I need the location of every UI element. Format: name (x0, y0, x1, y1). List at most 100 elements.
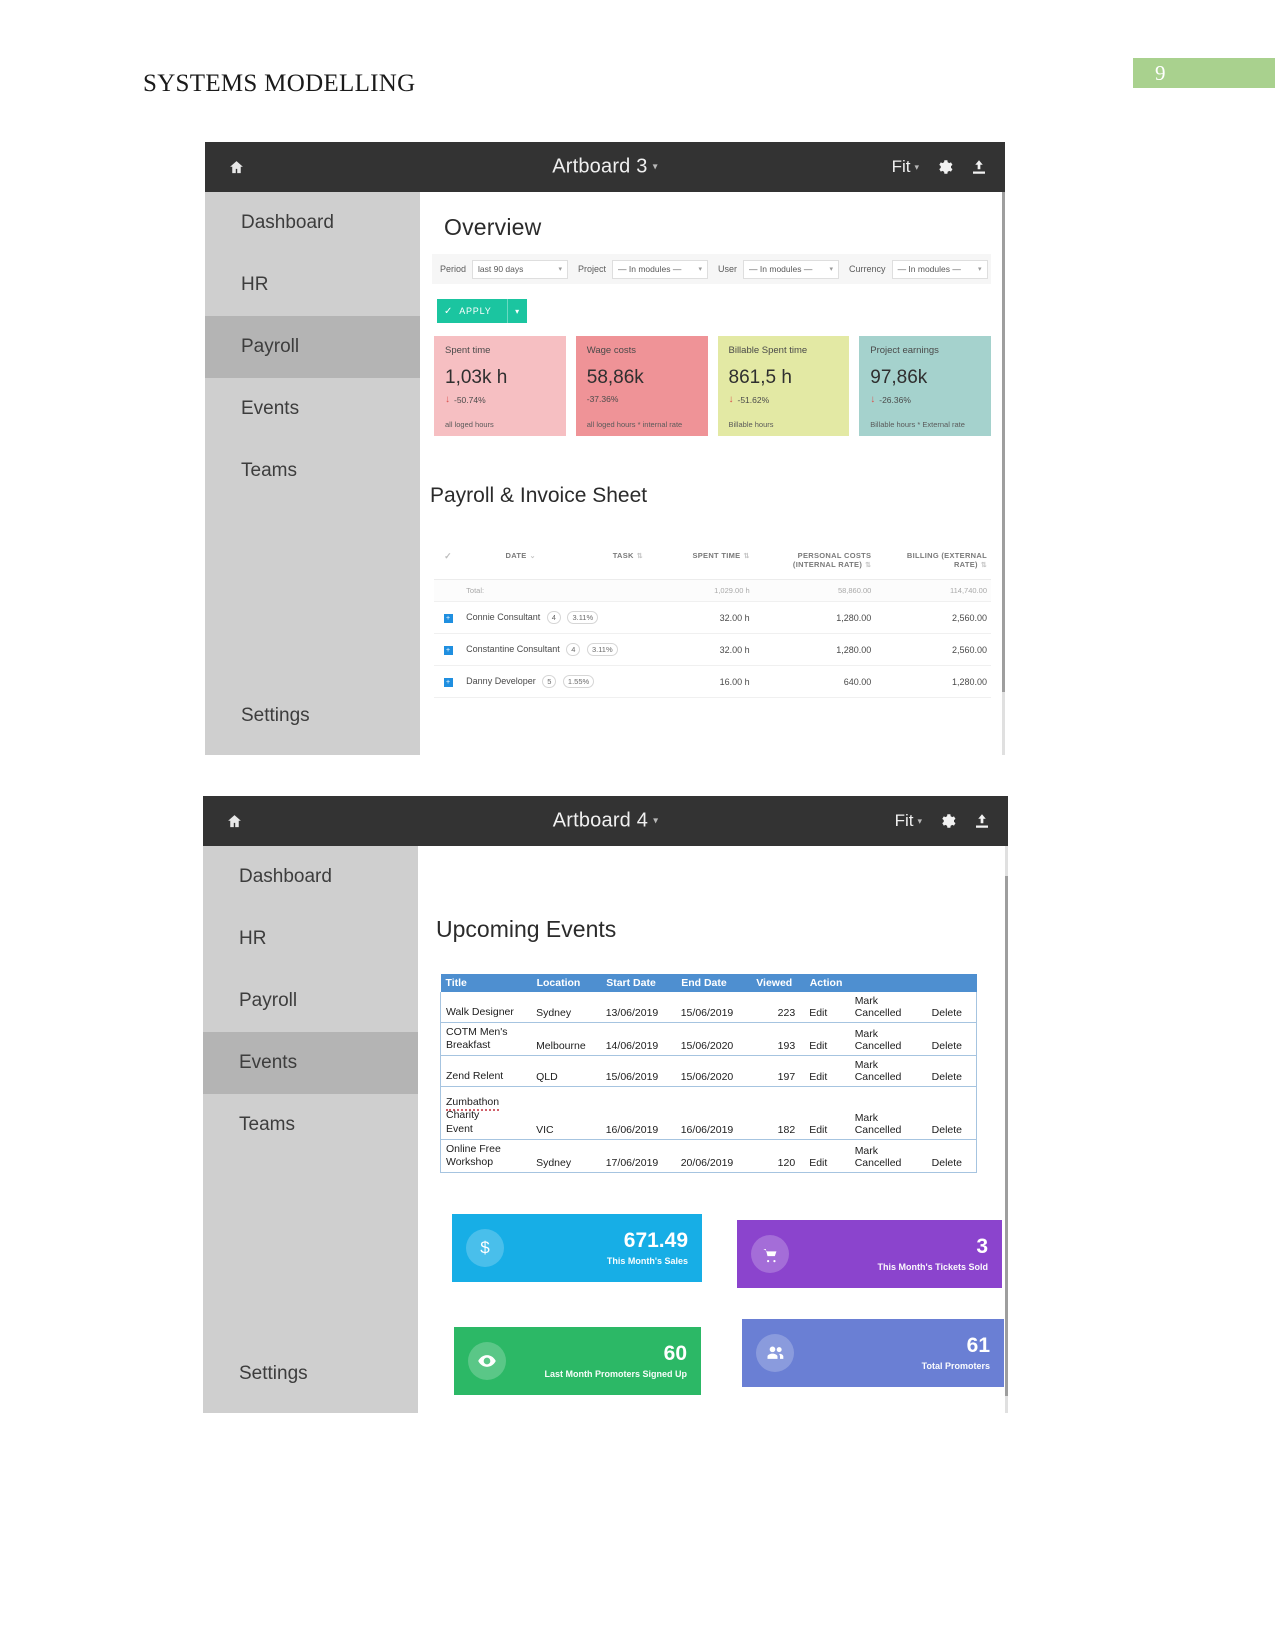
event-location: VIC (531, 1086, 601, 1140)
stat-card-total-promoters[interactable]: 61 Total Promoters (742, 1319, 1004, 1387)
total-billing: 114,740.00 (875, 579, 991, 602)
event-end-date: 15/06/2020 (675, 1055, 751, 1088)
sidebar-item-settings[interactable]: Settings (205, 705, 420, 727)
event-mark-cancelled-link[interactable]: Mark Cancelled (849, 1022, 927, 1057)
column-header-action[interactable]: Action (804, 974, 851, 992)
table-row[interactable]: + Connie Consultant 4 3.11% 32.00 h 1,28… (434, 601, 991, 634)
event-mark-cancelled-link[interactable]: Mark Cancelled (849, 1055, 927, 1088)
page-number-badge: 9 (1133, 58, 1275, 88)
column-header-spent-time[interactable]: SPENT TIME ⇅ (676, 547, 754, 580)
artboard3-title[interactable]: Artboard 3 ▾ (205, 156, 1005, 179)
column-header-task[interactable]: TASK ⇅ (579, 547, 677, 580)
event-mark-cancelled-link[interactable]: Mark Cancelled (849, 1139, 927, 1173)
user-select[interactable]: — In modules — ▾ (743, 259, 840, 279)
event-edit-link[interactable]: Edit (804, 992, 850, 1023)
sidebar-item-teams[interactable]: Teams (205, 440, 420, 502)
event-delete-link[interactable]: Delete (926, 1086, 977, 1140)
row-spent-time: 32.00 h (676, 633, 754, 666)
row-percent-badge: 3.11% (586, 643, 618, 656)
table-row[interactable]: Zend Relent QLD 15/06/2019 15/06/2020 19… (440, 1055, 977, 1088)
event-mark-cancelled-link[interactable]: Mark Cancelled (849, 1086, 927, 1140)
arrow-down-icon: ↓ (728, 394, 734, 405)
column-header-blank-2 (926, 974, 977, 992)
table-row[interactable]: COTM Men's Breakfast Melbourne 14/06/201… (440, 1022, 977, 1057)
table-row[interactable]: Online Free Workshop Sydney 17/06/2019 2… (440, 1139, 977, 1173)
column-header-end-date[interactable]: End Date (675, 974, 752, 992)
column-header-viewed[interactable]: Viewed (750, 974, 805, 992)
event-edit-link[interactable]: Edit (804, 1022, 850, 1057)
artboard3-content: Overview Period last 90 days ▾ Project —… (420, 192, 1005, 755)
row-expand-toggle[interactable]: + (434, 633, 463, 666)
sidebar-item-events[interactable]: Events (203, 1032, 418, 1094)
apply-button-label: APPLY (459, 306, 492, 316)
event-start-date: 17/06/2019 (600, 1139, 676, 1173)
table-row[interactable]: Zumbathon Charity Event VIC 16/06/2019 1… (440, 1086, 977, 1140)
sidebar-item-settings[interactable]: Settings (203, 1363, 418, 1385)
sidebar-item-hr[interactable]: HR (205, 254, 420, 316)
column-header-location[interactable]: Location (531, 974, 602, 992)
sidebar-item-label: Settings (241, 705, 310, 726)
scrollbar-track[interactable] (1005, 846, 1008, 1413)
sidebar-item-dashboard[interactable]: Dashboard (203, 846, 418, 908)
apply-button[interactable]: ✓ APPLY ▾ (437, 299, 527, 323)
column-header-billing[interactable]: BILLING (EXTERNAL RATE) ⇅ (875, 547, 991, 580)
stat-card-promoters-signed-up[interactable]: 60 Last Month Promoters Signed Up (454, 1327, 701, 1395)
sidebar-item-teams[interactable]: Teams (203, 1094, 418, 1156)
kpi-card-project-earnings: Project earnings 97,86k ↓ -26.36% Billab… (859, 336, 991, 436)
event-edit-link[interactable]: Edit (804, 1086, 850, 1140)
kpi-delta: ↓ -26.36% (870, 394, 980, 405)
stat-value: 3 (976, 1235, 988, 1259)
event-title-cell: COTM Men's Breakfast (440, 1022, 532, 1057)
row-expand-toggle[interactable]: + (434, 665, 463, 698)
artboard4-title[interactable]: Artboard 4 ▾ (203, 810, 1008, 833)
table-row[interactable]: Walk Designer Sydney 13/06/2019 15/06/20… (440, 992, 977, 1023)
sidebar-item-payroll[interactable]: Payroll (203, 970, 418, 1032)
user-select-value: — In modules — (749, 264, 813, 274)
sort-icon: ⇅ (743, 553, 750, 560)
event-delete-link[interactable]: Delete (926, 992, 977, 1023)
sidebar-item-dashboard[interactable]: Dashboard (205, 192, 420, 254)
event-start-date: 14/06/2019 (600, 1022, 676, 1057)
event-delete-link[interactable]: Delete (926, 1055, 977, 1088)
sidebar-item-events[interactable]: Events (205, 378, 420, 440)
currency-select[interactable]: — In modules — ▾ (891, 259, 988, 279)
sidebar-item-label: Events (241, 398, 300, 419)
row-name: Constantine Consultant (466, 644, 560, 654)
row-personal-costs: 1,280.00 (753, 633, 876, 666)
gear-icon[interactable] (934, 157, 954, 177)
stat-card-tickets-sold[interactable]: 3 This Month's Tickets Sold (737, 1220, 1002, 1288)
stat-card-monthly-sales[interactable]: $ 671.49 This Month's Sales (452, 1214, 702, 1282)
scrollbar-track[interactable] (1002, 192, 1005, 755)
zoom-level-selector[interactable]: Fit ▾ (895, 811, 922, 831)
users-icon (756, 1334, 794, 1372)
period-select[interactable]: last 90 days ▾ (472, 259, 569, 279)
event-end-date: 20/06/2019 (675, 1139, 751, 1173)
scrollbar-thumb[interactable] (1005, 876, 1008, 1396)
kpi-delta: -37.36% (587, 394, 697, 404)
zoom-level-selector[interactable]: Fit ▾ (892, 157, 919, 177)
event-edit-link[interactable]: Edit (804, 1139, 850, 1173)
column-header-start-date[interactable]: Start Date (600, 974, 677, 992)
artboard4-topbar: Artboard 4 ▾ Fit ▾ (203, 796, 1008, 846)
upload-icon[interactable] (972, 811, 992, 831)
event-mark-cancelled-link[interactable]: Mark Cancelled (849, 992, 927, 1023)
table-row[interactable]: + Danny Developer 5 1.55% 16.00 h 640.00… (434, 665, 991, 698)
scrollbar-thumb[interactable] (1002, 192, 1005, 692)
sidebar-item-hr[interactable]: HR (203, 908, 418, 970)
event-start-date: 15/06/2019 (600, 1055, 676, 1088)
column-header-title[interactable]: Title (440, 974, 532, 992)
event-delete-link[interactable]: Delete (926, 1022, 977, 1057)
row-expand-toggle[interactable]: + (434, 601, 463, 634)
select-all-header[interactable]: ✓ (434, 547, 463, 580)
event-edit-link[interactable]: Edit (804, 1055, 850, 1088)
column-header-personal-costs[interactable]: PERSONAL COSTS (INTERNAL RATE) ⇅ (753, 547, 876, 580)
project-select[interactable]: — In modules — ▾ (612, 259, 709, 279)
table-row[interactable]: + Constantine Consultant 4 3.11% 32.00 h… (434, 633, 991, 666)
column-header-date[interactable]: DATE ⌄ (462, 547, 580, 580)
sidebar-item-payroll[interactable]: Payroll (205, 316, 420, 378)
event-delete-link[interactable]: Delete (926, 1139, 977, 1173)
kpi-footnote: Billable hours (728, 420, 774, 429)
upload-icon[interactable] (969, 157, 989, 177)
gear-icon[interactable] (937, 811, 957, 831)
stat-value: 60 (663, 1342, 687, 1366)
